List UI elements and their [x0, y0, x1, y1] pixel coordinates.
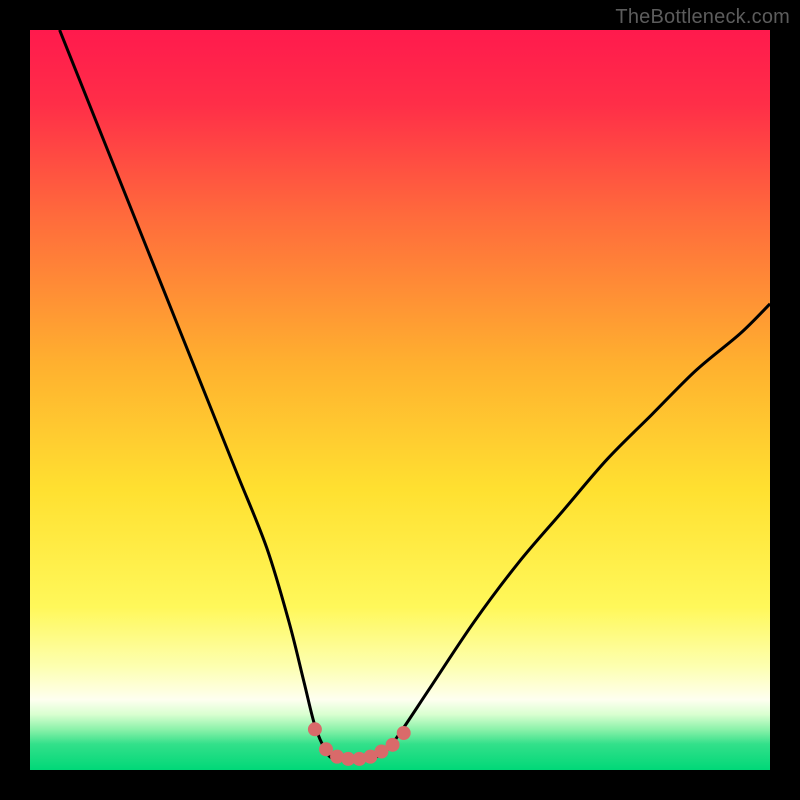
bottleneck-curve: [30, 30, 770, 770]
curve-path: [60, 30, 770, 761]
bottom-markers-group: [308, 722, 411, 766]
marker-point: [397, 726, 411, 740]
marker-point: [386, 738, 400, 752]
plot-area: [30, 30, 770, 770]
watermark-text: TheBottleneck.com: [615, 6, 790, 29]
marker-point: [308, 722, 322, 736]
chart-frame: TheBottleneck.com: [0, 0, 800, 800]
